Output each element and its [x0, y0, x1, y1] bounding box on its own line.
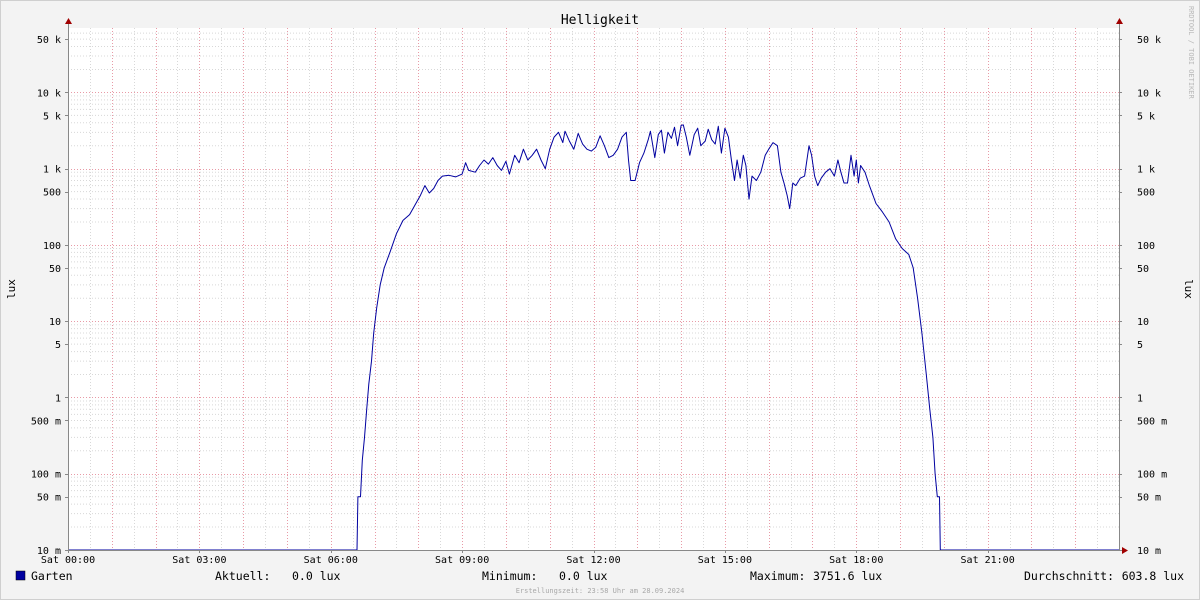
- x-axis-ticks: Sat 00:00 Sat 03:00 Sat 06:00 Sat 09:00 Sat …: [41, 550, 1015, 566]
- footer-timestamp: Erstellungszeit: 23:58 Uhr am 28.09.2024: [516, 587, 685, 595]
- stat-minimum-value: 0.0 lux: [559, 569, 608, 583]
- x-tick-label: Sat 09:00: [435, 555, 489, 566]
- y-tick-label-right: 500: [1137, 188, 1155, 199]
- y-axis-arrow-left: [65, 18, 72, 24]
- plot-background: [68, 28, 1119, 550]
- x-tick-label: Sat 21:00: [961, 555, 1015, 566]
- y-tick-label-left: 50 m: [37, 493, 61, 504]
- y-axis-label-right: lux: [1182, 279, 1195, 299]
- y-tick-label-left: 50 k: [37, 35, 61, 46]
- stat-average-value: 603.8 lux: [1122, 569, 1184, 583]
- y-tick-label-right: 500 m: [1137, 416, 1167, 427]
- brightness-chart: Helligkeit 50 k10 k5 k1 k500100501051500…: [5, 6, 1195, 595]
- y-tick-label-left: 50: [49, 264, 61, 275]
- x-tick-label: Sat 00:00: [41, 555, 95, 566]
- y-tick-label-left: 100: [43, 241, 61, 252]
- y-tick-label-left: 5: [55, 340, 61, 351]
- y-tick-label-right: 1 k: [1137, 165, 1155, 176]
- y-axis-ticks-left: 50 k 10 k 5 k 1 k 500 100 50 10 5 1 500 m 100 m 50 m…: [31, 35, 68, 557]
- y-tick-label-right: 5: [1137, 340, 1143, 351]
- watermark: RRDTOOL / TOBI OETIKER: [1187, 6, 1195, 100]
- y-tick-label-left: 10 k: [37, 88, 61, 99]
- y-tick-label-left: 1: [55, 393, 61, 404]
- chart-title: Helligkeit: [561, 13, 639, 28]
- y-tick-label-left: 5 k: [43, 111, 61, 122]
- x-tick-label: Sat 12:00: [566, 555, 620, 566]
- y-tick-label-left: 100 m: [31, 470, 61, 481]
- y-tick-label-left: 500: [43, 188, 61, 199]
- x-tick-label: Sat 18:00: [829, 555, 883, 566]
- y-tick-label-right: 1: [1137, 393, 1143, 404]
- stat-maximum-label: Maximum:: [750, 569, 805, 583]
- x-tick-label: Sat 06:00: [304, 555, 358, 566]
- y-tick-label-right: 10 k: [1137, 88, 1161, 99]
- legend-swatch: [15, 570, 26, 581]
- y-axis-ticks-right: 50 k 10 k 5 k 1 k 500 100 50 10 5 1 500 m 100 m 50 m…: [1119, 35, 1167, 557]
- chart-frame: Helligkeit 50 k 10 k5 k1 k 500 100 50 10 5 1 500…: [0, 0, 1200, 600]
- legend-series-name: Garten: [31, 569, 73, 583]
- x-tick-label: Sat 03:00: [172, 555, 226, 566]
- stat-maximum-value: 3751.6 lux: [813, 569, 882, 583]
- plot-area: [68, 28, 1119, 550]
- y-axis-label-left: lux: [5, 279, 18, 299]
- y-tick-label-right: 10 m: [1137, 546, 1161, 557]
- y-tick-label-right: 50 m: [1137, 493, 1161, 504]
- y-tick-label-right: 100 m: [1137, 470, 1167, 481]
- y-tick-label-right: 50 k: [1137, 35, 1161, 46]
- y-tick-label-right: 50: [1137, 264, 1149, 275]
- x-tick-label: Sat 15:00: [698, 555, 752, 566]
- legend: Garten Aktuell: 0.0 lux Minimum: 0.0 lux…: [15, 569, 1184, 583]
- stat-current-value: 0.0 lux: [292, 569, 341, 583]
- stat-average-label: Durchschnitt:: [1024, 569, 1114, 583]
- y-axis-arrow-right: [1116, 18, 1123, 24]
- x-axis-arrow: [1122, 547, 1128, 554]
- y-tick-label-right: 5 k: [1137, 111, 1155, 122]
- y-tick-label-right: 10: [1137, 317, 1149, 328]
- y-tick-label-left: 500 m: [31, 416, 61, 427]
- y-tick-label-right: 100: [1137, 241, 1155, 252]
- y-tick-label-left: 1 k: [43, 165, 61, 176]
- y-tick-label-left: 10: [49, 317, 61, 328]
- stat-current-label: Aktuell:: [215, 569, 270, 583]
- stat-minimum-label: Minimum:: [482, 569, 537, 583]
